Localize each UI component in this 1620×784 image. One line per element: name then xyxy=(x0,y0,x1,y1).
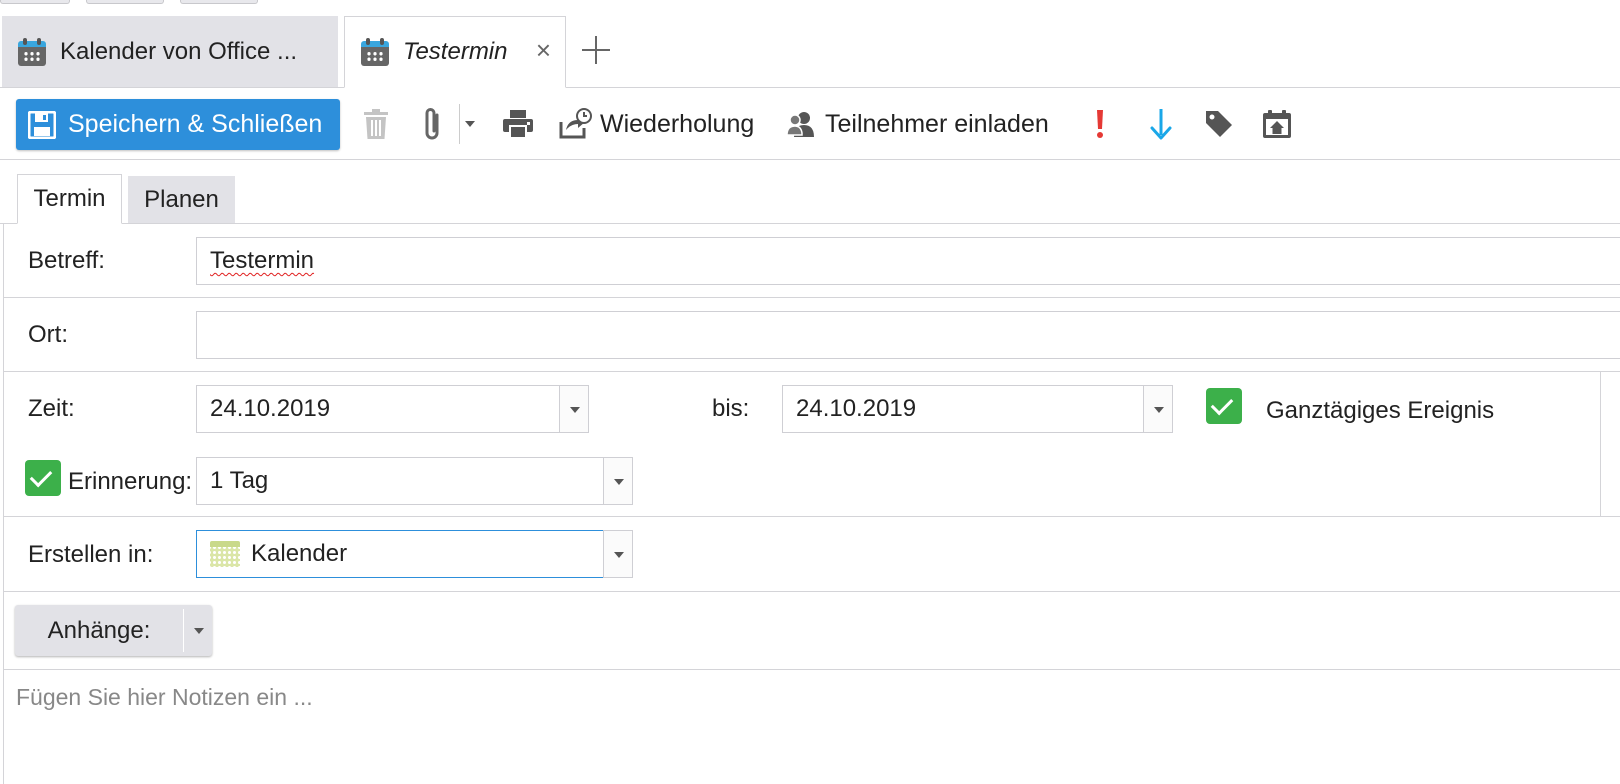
attachments-label: Anhänge: xyxy=(47,616,151,644)
floppy-icon xyxy=(28,110,56,139)
calendar-select[interactable]: Kalender xyxy=(196,530,604,578)
time-label: Zeit: xyxy=(28,395,75,422)
create-in-label: Erstellen in: xyxy=(28,541,154,568)
close-icon[interactable]: × xyxy=(536,37,551,63)
end-date-value: 24.10.2019 xyxy=(796,395,917,422)
formtabs-divider xyxy=(0,223,1620,224)
reminder-label: Erinnerung: xyxy=(68,468,193,495)
notes-placeholder[interactable]: Fügen Sie hier Notizen ein ... xyxy=(16,684,313,711)
delete-button[interactable] xyxy=(362,106,390,142)
top-stub-3 xyxy=(180,0,258,4)
save-label: Speichern & Schließen xyxy=(68,110,323,138)
end-date-input[interactable]: 24.10.2019 xyxy=(782,385,1144,433)
subject-value: Testermin xyxy=(210,247,315,274)
chevron-down-icon xyxy=(465,121,475,127)
trash-icon xyxy=(364,109,388,139)
until-label: bis: xyxy=(712,395,750,422)
subject-label: Betreff: xyxy=(28,247,105,274)
attach-button[interactable] xyxy=(422,106,444,142)
all-day-checkbox[interactable] xyxy=(1206,388,1242,424)
tab-termin[interactable]: Termin xyxy=(17,174,122,224)
tab-testermin[interactable]: Testermin × xyxy=(344,16,566,88)
reminder-value: 1 Tag xyxy=(210,467,269,494)
start-date-dropdown[interactable] xyxy=(559,385,589,433)
reminder-input[interactable]: 1 Tag xyxy=(196,457,604,505)
high-priority-button[interactable] xyxy=(1095,106,1105,142)
calendar-home-icon xyxy=(1263,110,1291,138)
toolbar: Speichern & Schließen Wiederholung Teiln… xyxy=(0,88,1620,160)
row-divider xyxy=(3,297,1620,298)
attach-dropdown[interactable] xyxy=(464,106,476,142)
printer-icon xyxy=(503,110,533,139)
tag-icon xyxy=(1206,111,1232,137)
split-divider xyxy=(183,609,184,652)
tab-planen[interactable]: Planen xyxy=(128,176,235,224)
tab-title: Testermin xyxy=(403,38,508,65)
top-stub-2 xyxy=(86,0,164,4)
calendar-icon xyxy=(210,541,240,567)
recurrence-icon xyxy=(559,108,592,139)
subject-input[interactable]: Testermin xyxy=(196,237,1620,285)
form-left-border xyxy=(3,224,4,784)
show-as-button[interactable] xyxy=(1262,106,1292,142)
invite-label: Teilnehmer einladen xyxy=(825,109,1049,138)
attachments-button[interactable]: Anhänge: xyxy=(15,605,212,656)
toolbar-separator xyxy=(459,104,460,144)
save-and-close-button[interactable]: Speichern & Schließen xyxy=(16,99,340,150)
calendar-icon xyxy=(361,38,389,66)
tab-title: Kalender von Office ... xyxy=(60,38,298,65)
calendar-select-value: Kalender xyxy=(251,540,348,567)
calendar-icon xyxy=(18,38,46,66)
row-divider xyxy=(3,669,1620,670)
invite-attendees-button[interactable]: Teilnehmer einladen xyxy=(787,106,1049,142)
categories-button[interactable] xyxy=(1204,106,1234,142)
row-divider xyxy=(3,371,1620,372)
add-tab-icon[interactable] xyxy=(580,34,612,66)
start-date-input[interactable]: 24.10.2019 xyxy=(196,385,560,433)
row-divider xyxy=(3,516,1620,517)
exclamation-icon xyxy=(1097,110,1103,138)
row-divider xyxy=(3,591,1620,592)
print-button[interactable] xyxy=(502,106,534,142)
start-date-value: 24.10.2019 xyxy=(210,395,331,422)
top-stub-1 xyxy=(0,0,70,4)
recurrence-label: Wiederholung xyxy=(600,109,755,138)
form-tabs: Termin Planen xyxy=(0,160,1620,224)
location-label: Ort: xyxy=(28,321,68,348)
end-date-dropdown[interactable] xyxy=(1143,385,1173,433)
recurrence-button[interactable]: Wiederholung xyxy=(558,106,754,142)
reminder-dropdown[interactable] xyxy=(603,457,633,505)
location-input[interactable] xyxy=(196,311,1620,359)
calendar-select-dropdown[interactable] xyxy=(603,530,633,578)
people-icon xyxy=(787,112,814,137)
arrow-down-icon xyxy=(1150,109,1172,140)
tab-calendar-office[interactable]: Kalender von Office ... xyxy=(2,16,338,88)
all-day-label: Ganztägiges Ereignis xyxy=(1266,397,1495,424)
column-divider xyxy=(1600,372,1601,516)
reminder-checkbox[interactable] xyxy=(25,460,61,496)
low-priority-button[interactable] xyxy=(1150,106,1172,142)
paperclip-icon xyxy=(425,108,439,140)
chevron-down-icon[interactable] xyxy=(194,628,204,634)
